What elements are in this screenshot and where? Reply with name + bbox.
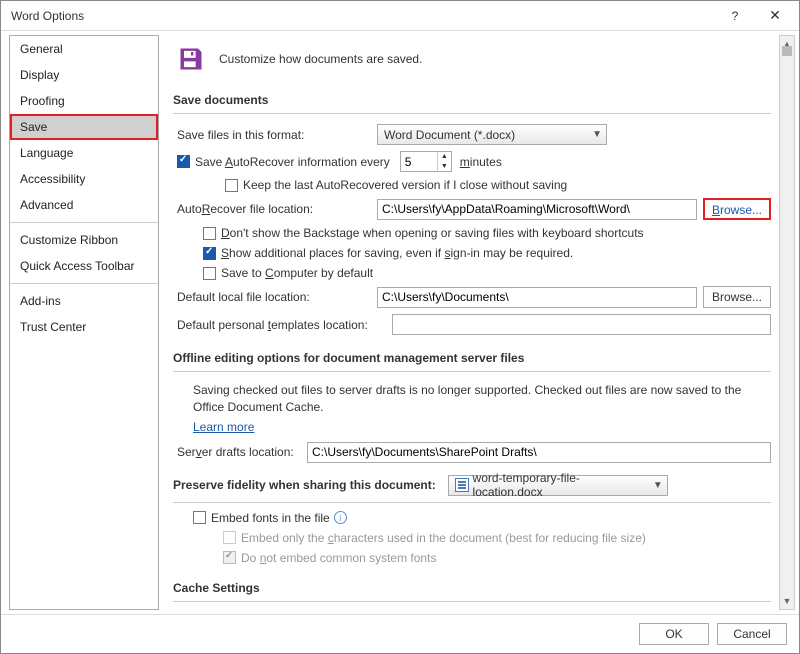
autorecover-minutes-input[interactable]: ▲▼	[400, 151, 452, 172]
word-options-dialog: Word Options ? ✕ General Display Proofin…	[0, 0, 800, 654]
sidebar-item-language[interactable]: Language	[10, 140, 158, 166]
sidebar-item-addins[interactable]: Add-ins	[10, 288, 158, 314]
sidebar-item-customize-ribbon[interactable]: Customize Ribbon	[10, 227, 158, 253]
keep-last-checkbox[interactable]	[225, 179, 238, 192]
autorecover-value[interactable]	[401, 152, 437, 171]
save-to-computer-label: Save to Computer by default	[221, 266, 373, 280]
intro-text: Customize how documents are saved.	[219, 52, 422, 66]
chevron-down-icon: ▼	[653, 480, 663, 491]
sidebar-item-trust-center[interactable]: Trust Center	[10, 314, 158, 340]
drafts-label: Server drafts location:	[177, 445, 307, 459]
arloc-input[interactable]	[377, 199, 697, 220]
no-backstage-label: Don't show the Backstage when opening or…	[221, 226, 644, 240]
save-documents-header: Save documents	[173, 89, 771, 114]
info-icon[interactable]: i	[334, 511, 347, 524]
sidebar-item-proofing[interactable]: Proofing	[10, 88, 158, 114]
ok-button[interactable]: OK	[639, 623, 709, 645]
drafts-input[interactable]	[307, 442, 771, 463]
window-title: Word Options	[11, 9, 715, 23]
scroll-down-icon[interactable]: ▼	[780, 593, 794, 609]
learn-more-link[interactable]: Learn more	[193, 420, 254, 434]
embed-only-label: Embed only the characters used in the do…	[241, 531, 646, 545]
scrollbar[interactable]: ▲ ▼	[779, 35, 795, 610]
sidebar-item-display[interactable]: Display	[10, 62, 158, 88]
donot-embed-checkbox	[223, 551, 236, 564]
cancel-button[interactable]: Cancel	[717, 623, 787, 645]
document-icon	[455, 478, 469, 492]
arloc-label: AutoRecover file location:	[177, 202, 377, 216]
localloc-label: Default local file location:	[177, 290, 377, 304]
offline-body: Saving checked out files to server draft…	[173, 382, 771, 420]
preserve-doc-name: word-temporary-file-location.docx	[473, 471, 647, 499]
localloc-input[interactable]	[377, 287, 697, 308]
sidebar-divider	[10, 222, 158, 223]
spinner-up-icon[interactable]: ▲	[438, 152, 451, 162]
titlebar: Word Options ? ✕	[1, 1, 799, 31]
chevron-down-icon: ▼	[592, 129, 602, 140]
format-label: Save files in this format:	[177, 128, 377, 142]
autorecover-label: Save AutoRecover information every	[195, 155, 390, 169]
additional-places-label: Show additional places for saving, even …	[221, 246, 573, 260]
embed-fonts-label: Embed fonts in the file	[211, 511, 330, 525]
sidebar-item-qat[interactable]: Quick Access Toolbar	[10, 253, 158, 279]
sidebar-item-general[interactable]: General	[10, 36, 158, 62]
help-button[interactable]: ?	[715, 9, 755, 23]
save-to-computer-checkbox[interactable]	[203, 267, 216, 280]
sidebar-item-advanced[interactable]: Advanced	[10, 192, 158, 218]
offline-header: Offline editing options for document man…	[173, 347, 771, 372]
autorecover-checkbox[interactable]	[177, 155, 190, 168]
embed-only-checkbox	[223, 531, 236, 544]
arloc-browse-button[interactable]: Browse...	[703, 198, 771, 220]
format-value: Word Document (*.docx)	[384, 128, 515, 142]
keep-last-label: Keep the last AutoRecovered version if I…	[243, 178, 567, 192]
embed-fonts-checkbox[interactable]	[193, 511, 206, 524]
format-dropdown[interactable]: Word Document (*.docx) ▼	[377, 124, 607, 145]
save-icon	[177, 45, 205, 73]
preserve-doc-dropdown[interactable]: word-temporary-file-location.docx ▼	[448, 475, 668, 496]
close-button[interactable]: ✕	[755, 7, 795, 24]
spinner-down-icon[interactable]: ▼	[438, 162, 451, 172]
cache-header: Cache Settings	[173, 577, 771, 602]
no-backstage-checkbox[interactable]	[203, 227, 216, 240]
sidebar-item-save[interactable]: Save	[10, 114, 158, 140]
templates-label: Default personal templates location:	[177, 318, 392, 332]
donot-embed-label: Do not embed common system fonts	[241, 551, 436, 565]
localloc-browse-button[interactable]: Browse...	[703, 286, 771, 308]
scrollbar-thumb[interactable]	[782, 46, 792, 56]
additional-places-checkbox[interactable]	[203, 247, 216, 260]
sidebar: General Display Proofing Save Language A…	[9, 35, 159, 610]
main-panel: Customize how documents are saved. Save …	[167, 35, 799, 610]
intro-row: Customize how documents are saved.	[173, 45, 771, 73]
preserve-header: Preserve fidelity when sharing this docu…	[173, 478, 436, 492]
templates-input[interactable]	[392, 314, 771, 335]
dialog-buttons: OK Cancel	[1, 614, 799, 653]
sidebar-item-accessibility[interactable]: Accessibility	[10, 166, 158, 192]
minutes-label: minutes	[460, 155, 502, 169]
sidebar-divider	[10, 283, 158, 284]
